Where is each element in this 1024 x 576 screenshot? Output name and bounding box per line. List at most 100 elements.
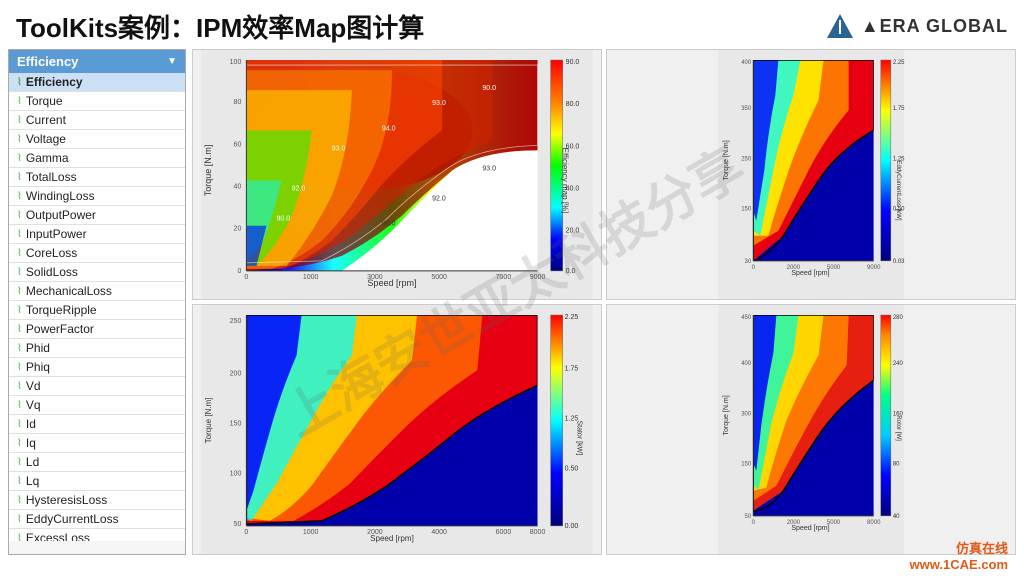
sidebar-item-label: Phid	[26, 341, 50, 355]
sidebar-item[interactable]: ⌇ Ld	[9, 453, 185, 472]
sidebar-item[interactable]: ⌇Gamma	[9, 149, 185, 168]
sidebar-item[interactable]: ⌇TorqueRipple	[9, 301, 185, 320]
sidebar-item-label: SolidLoss	[26, 265, 78, 279]
sidebar-item-icon: ⌇	[17, 191, 22, 202]
sidebar-list: ⌇Efficiency⌇Torque⌇Current⌇Voltage⌇Gamma…	[9, 73, 185, 541]
svg-text:Rotor [W]: Rotor [W]	[895, 415, 901, 441]
logo-icon	[825, 12, 855, 42]
svg-text:1.75: 1.75	[565, 365, 579, 372]
svg-text:0.50: 0.50	[565, 466, 579, 473]
svg-text:1000: 1000	[303, 529, 319, 536]
sidebar-item-label: Vd	[26, 379, 41, 393]
sidebar-item[interactable]: ⌇Lq	[9, 472, 185, 491]
sidebar-item-icon: ⌇	[17, 286, 22, 297]
sidebar-item[interactable]: ⌇Id	[9, 415, 185, 434]
sidebar-item-label: WindingLoss	[26, 189, 95, 203]
sidebar-item[interactable]: ⌇Phiq	[9, 358, 185, 377]
eddy-current-svg: Speed [rpm] Torque [N.m] 0 2000 5000 900…	[607, 50, 1015, 299]
sidebar-item[interactable]: ⌇Iq	[9, 434, 185, 453]
svg-text:200: 200	[230, 370, 242, 377]
svg-text:150: 150	[230, 420, 242, 427]
sidebar-item[interactable]: ⌇Efficiency	[9, 73, 185, 92]
sidebar-item[interactable]: ⌇ExcessLoss	[9, 529, 185, 541]
svg-text:2000: 2000	[787, 520, 801, 526]
sidebar-item-label: Current	[26, 113, 66, 127]
svg-text:20: 20	[234, 226, 242, 233]
svg-text:9000: 9000	[867, 265, 881, 271]
svg-text:250: 250	[741, 156, 752, 162]
sidebar-item[interactable]: ⌇ WindingLoss	[9, 187, 185, 206]
sidebar-item[interactable]: ⌇Vq	[9, 396, 185, 415]
svg-text:80: 80	[234, 99, 242, 106]
svg-text:90.0: 90.0	[382, 221, 396, 228]
svg-text:8000: 8000	[530, 529, 546, 536]
sidebar-item-label: Voltage	[26, 132, 66, 146]
sidebar-header[interactable]: Efficiency ▼	[9, 50, 185, 73]
sidebar-item-icon: ⌇	[17, 457, 22, 468]
sidebar-item-icon: ⌇	[17, 400, 22, 411]
svg-text:300: 300	[741, 411, 752, 417]
sidebar-item-label: Torque	[26, 94, 63, 108]
sidebar-item-icon: ⌇	[17, 172, 22, 183]
sidebar-arrow-icon: ▼	[167, 56, 177, 67]
svg-text:2000: 2000	[367, 529, 383, 536]
svg-text:0: 0	[237, 268, 241, 275]
sidebar-item-icon: ⌇	[17, 343, 22, 354]
svg-text:50: 50	[745, 514, 752, 520]
page-title: ToolKits案例：IPM效率Map图计算	[16, 8, 424, 45]
sidebar-item-icon: ⌇	[17, 210, 22, 221]
sidebar-item[interactable]: ⌇TotalLoss	[9, 168, 185, 187]
sidebar-item[interactable]: ⌇MechanicalLoss	[9, 282, 185, 301]
svg-text:Stator [kW]: Stator [kW]	[576, 420, 583, 455]
svg-text:350: 350	[741, 106, 752, 112]
sidebar-item[interactable]: ⌇ PowerFactor	[9, 320, 185, 339]
sidebar-item[interactable]: ⌇ OutputPower	[9, 206, 185, 225]
sidebar-item-label: EddyCurrentLoss	[26, 512, 119, 526]
sidebar-item-label: HysteresisLoss	[26, 493, 107, 507]
svg-text:80: 80	[893, 462, 900, 468]
sidebar-item[interactable]: ⌇ Torque	[9, 92, 185, 111]
sidebar-item[interactable]: ⌇Current	[9, 111, 185, 130]
sidebar-item-label: PowerFactor	[26, 322, 94, 336]
sidebar-item[interactable]: ⌇InputPower	[9, 225, 185, 244]
svg-text:93.0: 93.0	[482, 165, 496, 172]
svg-text:2.25: 2.25	[565, 314, 579, 321]
footer: 仿真在线 www.1CAE.com	[910, 538, 1008, 572]
svg-text:90.0: 90.0	[277, 216, 291, 223]
sidebar-item-icon: ⌇	[17, 96, 22, 107]
sidebar-item-icon: ⌇	[17, 324, 22, 335]
sidebar-item-icon: ⌇	[17, 495, 22, 506]
sidebar-item[interactable]: ⌇ HysteresisLoss	[9, 491, 185, 510]
logo-text: ▲ERA GLOBAL	[861, 16, 1008, 37]
svg-text:Torque [N.m]: Torque [N.m]	[723, 395, 730, 435]
svg-text:50: 50	[234, 521, 242, 528]
svg-text:Speed [rpm]: Speed [rpm]	[791, 525, 829, 532]
svg-text:5000: 5000	[827, 265, 841, 271]
svg-text:0: 0	[244, 274, 248, 281]
chart-rotor: Speed [rpm] Torque [N.m] 0 2000 5000 800…	[606, 304, 1016, 555]
svg-text:3000: 3000	[367, 274, 383, 281]
svg-text:92.0: 92.0	[432, 196, 446, 203]
sidebar-item-label: OutputPower	[26, 208, 96, 222]
sidebar-item[interactable]: ⌇ Phid	[9, 339, 185, 358]
sidebar-item[interactable]: ⌇EddyCurrentLoss	[9, 510, 185, 529]
svg-text:100: 100	[230, 471, 242, 478]
svg-text:90.0: 90.0	[566, 59, 580, 66]
sidebar-item-icon: ⌇	[17, 362, 22, 373]
sidebar-item[interactable]: ⌇CoreLoss	[9, 244, 185, 263]
chart-stator: Speed [rpm] Torque [N.m] 0 1000 2000 400…	[192, 304, 602, 555]
svg-text:0.03: 0.03	[893, 259, 905, 265]
svg-text:93.0: 93.0	[432, 100, 446, 107]
sidebar-item-label: Ld	[26, 455, 39, 469]
svg-text:94.0: 94.0	[382, 125, 396, 132]
sidebar-item[interactable]: ⌇SolidLoss	[9, 263, 185, 282]
svg-text:20.0: 20.0	[566, 228, 580, 235]
sidebar-item-icon: ⌇	[17, 153, 22, 164]
sidebar-item[interactable]: ⌇Vd	[9, 377, 185, 396]
sidebar: Efficiency ▼ ⌇Efficiency⌇Torque⌇Current⌇…	[8, 49, 186, 555]
sidebar-item-icon: ⌇	[17, 134, 22, 145]
sidebar-item[interactable]: ⌇ Voltage	[9, 130, 185, 149]
svg-text:240: 240	[893, 361, 904, 367]
svg-text:250: 250	[230, 318, 242, 325]
main-layout: Efficiency ▼ ⌇Efficiency⌇Torque⌇Current⌇…	[0, 49, 1024, 559]
